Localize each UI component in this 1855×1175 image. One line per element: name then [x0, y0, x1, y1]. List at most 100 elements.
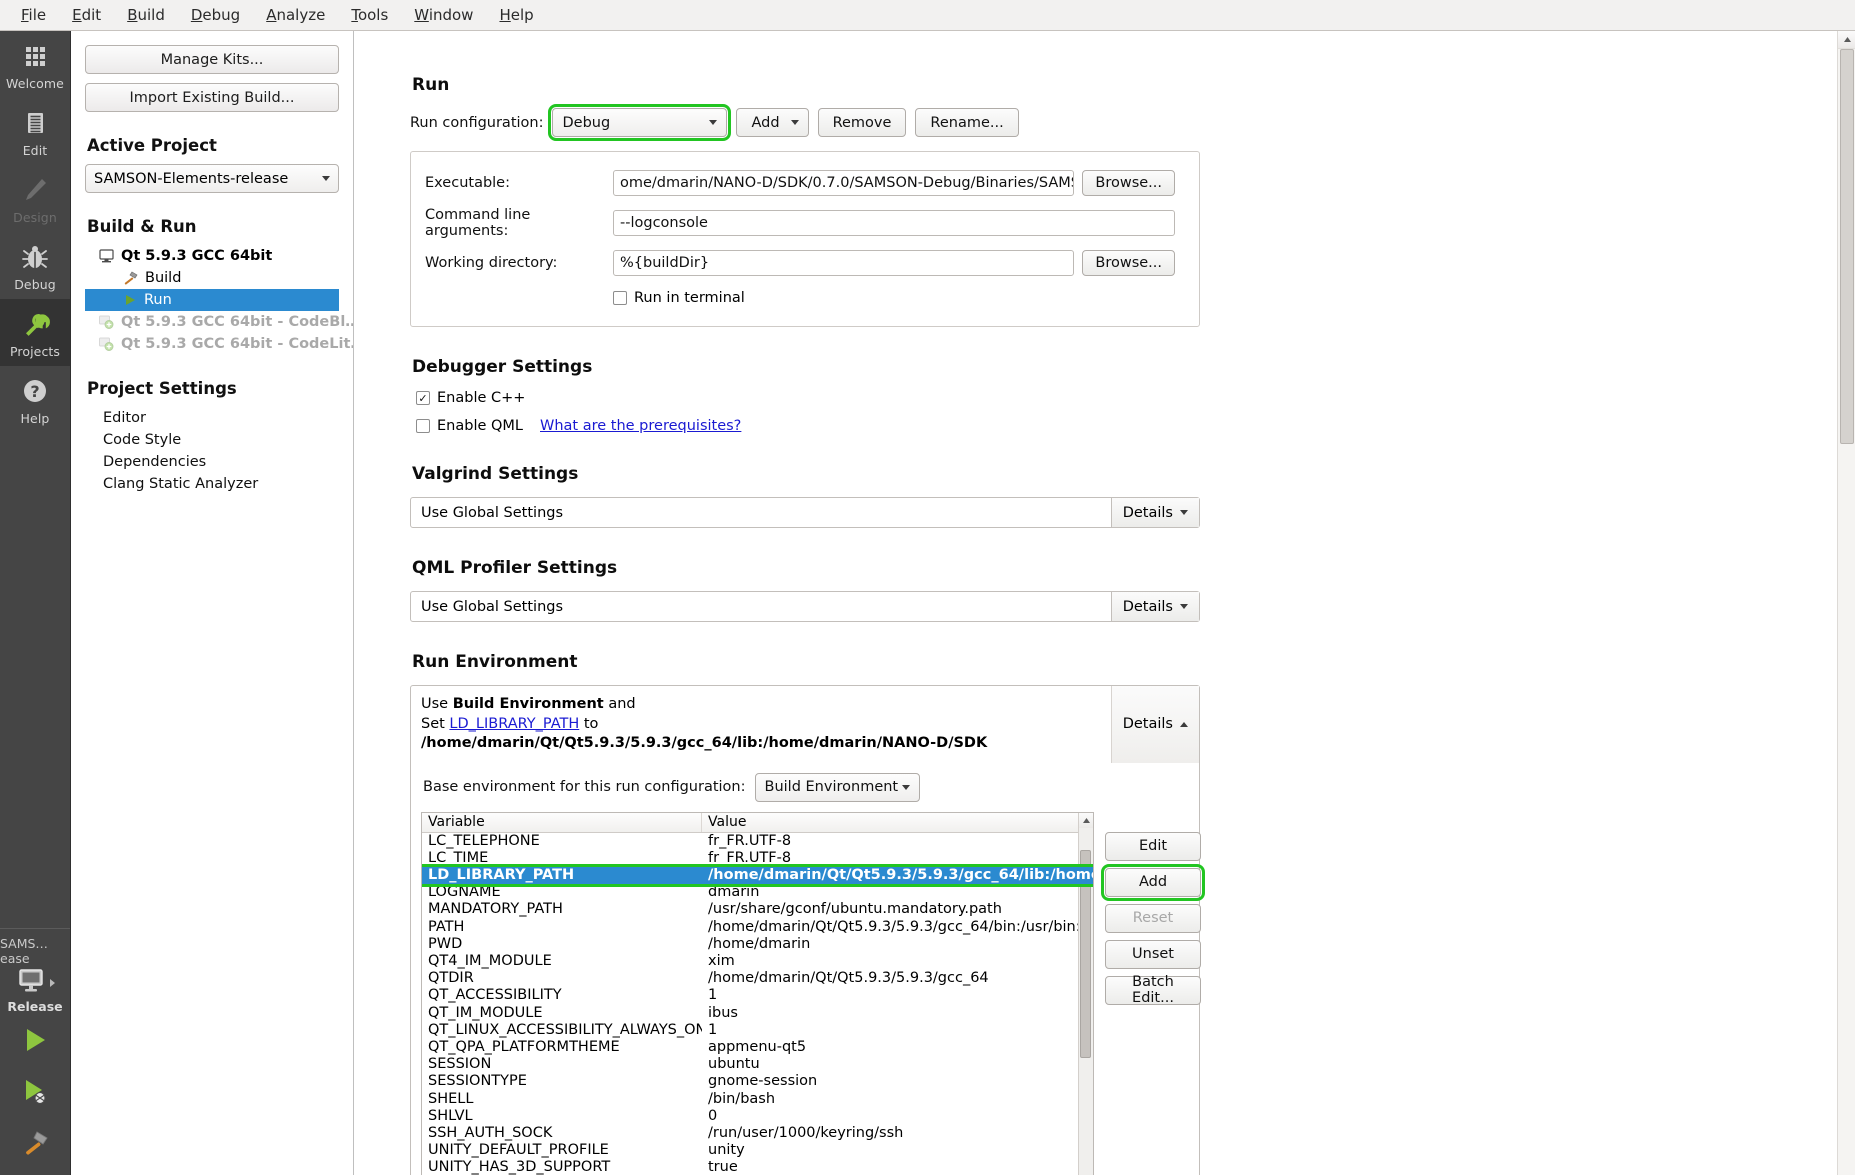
wrench-icon [19, 308, 51, 340]
env-add-button[interactable]: Add [1105, 868, 1201, 897]
environment-variable-row[interactable]: PATH/home/dmarin/Qt/Qt5.9.3/5.9.3/gcc_64… [422, 919, 1093, 936]
build-run-tree-item-qt-5-9-3-gcc-64bit-codelit[interactable]: Qt 5.9.3 GCC 64bit - CodeLit… [85, 333, 339, 355]
content-scroll-up-arrow-icon[interactable] [1838, 31, 1855, 49]
menu-item-debug[interactable]: Debug [178, 3, 253, 27]
environment-variable-name: QTDIR [422, 970, 702, 987]
environment-variable-value: true [702, 1159, 1093, 1175]
environment-variable-value: /usr/share/gconf/ubuntu.mandatory.path [702, 901, 1093, 918]
environment-variable-row[interactable]: LC_TELEPHONEfr_FR.UTF-8 [422, 833, 1093, 850]
environment-variable-row[interactable]: LD_LIBRARY_PATH/home/dmarin/Qt/Qt5.9.3/5… [422, 867, 1093, 884]
menu-item-file[interactable]: File [8, 3, 59, 27]
environment-variable-row[interactable]: QTDIR/home/dmarin/Qt/Qt5.9.3/5.9.3/gcc_6… [422, 970, 1093, 987]
project-settings-item-editor[interactable]: Editor [85, 407, 339, 429]
build-run-tree-item-build[interactable]: Build [85, 267, 339, 289]
browse-button[interactable]: Browse... [1082, 250, 1175, 276]
hammer-icon [20, 1129, 50, 1159]
run-environment-details-button[interactable]: Details [1111, 686, 1199, 763]
env-edit-button[interactable]: Edit [1105, 832, 1201, 861]
enable-qml-row[interactable]: Enable QML What are the prerequisites? [416, 418, 1827, 434]
env-summary-build-environment: Build Environment [453, 696, 604, 712]
run-field-input[interactable]: %{buildDir} [613, 250, 1074, 276]
environment-table-header: Variable Value [422, 813, 1093, 833]
kit-selector-button[interactable]: SAMS…ease Release [0, 928, 70, 1014]
environment-variable-row[interactable]: LOGNAMEdmarin [422, 884, 1093, 901]
menu-item-analyze[interactable]: Analyze [253, 3, 338, 27]
rename-run-configuration-button[interactable]: Rename... [915, 108, 1018, 137]
debug-button[interactable] [0, 1066, 70, 1118]
menu-item-edit[interactable]: Edit [59, 3, 114, 27]
import-existing-build-button[interactable]: Import Existing Build... [85, 83, 339, 112]
environment-variable-row[interactable]: QT4_IM_MODULExim [422, 953, 1093, 970]
environment-variable-name: SHELL [422, 1091, 702, 1108]
add-run-configuration-button[interactable]: Add [736, 108, 808, 137]
run-configuration-combobox[interactable]: Debug [552, 108, 727, 137]
manage-kits-button[interactable]: Manage Kits... [85, 45, 339, 74]
play-bug-icon [20, 1077, 50, 1107]
build-run-tree: Qt 5.9.3 GCC 64bitBuildRunQt 5.9.3 GCC 6… [85, 245, 339, 355]
environment-variable-value: fr_FR.UTF-8 [702, 850, 1093, 867]
build-run-tree-item-qt-5-9-3-gcc-64bit-codebl[interactable]: Qt 5.9.3 GCC 64bit - CodeBl… [85, 311, 339, 333]
build-button[interactable] [0, 1118, 70, 1175]
environment-variable-row[interactable]: QT_IM_MODULEibus [422, 1005, 1093, 1022]
enable-qml-checkbox[interactable] [416, 419, 430, 433]
run-field-row: Working directory:%{buildDir}Browse... [425, 250, 1175, 276]
run-in-terminal-checkbox[interactable] [613, 291, 627, 305]
mode-button-debug[interactable]: Debug [0, 232, 70, 299]
project-settings-item-clang-static-analyzer[interactable]: Clang Static Analyzer [85, 473, 339, 495]
build-run-tree-item-qt-5-9-3-gcc-64bit[interactable]: Qt 5.9.3 GCC 64bit [85, 245, 339, 267]
valgrind-details-button[interactable]: Details [1111, 498, 1199, 527]
mode-button-projects[interactable]: Projects [0, 299, 70, 366]
environment-variable-row[interactable]: QT_LINUX_ACCESSIBILITY_ALWAYS_ON1 [422, 1022, 1093, 1039]
environment-variable-row[interactable]: PWD/home/dmarin [422, 936, 1093, 953]
environment-variable-row[interactable]: MANDATORY_PATH/usr/share/gconf/ubuntu.ma… [422, 901, 1093, 918]
environment-variable-row[interactable]: LC_TIMEfr_FR.UTF-8 [422, 850, 1093, 867]
environment-variable-row[interactable]: SSH_AUTH_SOCK/run/user/1000/keyring/ssh [422, 1125, 1093, 1142]
qml-profiler-details-button[interactable]: Details [1111, 592, 1199, 621]
environment-variable-row[interactable]: SHLVL0 [422, 1108, 1093, 1125]
chevron-right-icon [50, 979, 55, 987]
mode-label-welcome: Welcome [6, 76, 64, 91]
menu-item-build[interactable]: Build [114, 3, 178, 27]
environment-variable-row[interactable]: UNITY_HAS_3D_SUPPORTtrue [422, 1159, 1093, 1175]
scroll-up-arrow-icon[interactable] [1079, 813, 1094, 828]
environment-variable-row[interactable]: SESSIONTYPEgnome-session [422, 1073, 1093, 1090]
base-environment-combobox[interactable]: Build Environment [755, 773, 920, 802]
environment-variable-row[interactable]: UNITY_DEFAULT_PROFILEunity [422, 1142, 1093, 1159]
run-in-terminal-row[interactable]: Run in terminal [613, 290, 745, 306]
env-batch-edit-button[interactable]: Batch Edit... [1105, 976, 1201, 1005]
environment-variable-value: /bin/bash [702, 1091, 1093, 1108]
browse-button[interactable]: Browse... [1082, 170, 1175, 196]
ld-library-path-link[interactable]: LD_LIBRARY_PATH [449, 716, 579, 732]
prerequisites-link[interactable]: What are the prerequisites? [540, 418, 741, 434]
project-settings-item-code-style[interactable]: Code Style [85, 429, 339, 451]
environment-variable-row[interactable]: SHELL/bin/bash [422, 1091, 1093, 1108]
mode-button-help[interactable]: ?Help [0, 366, 70, 433]
mode-button-edit[interactable]: Edit [0, 98, 70, 165]
run-field-input[interactable]: ome/dmarin/NANO-D/SDK/0.7.0/SAMSON-Debug… [613, 170, 1074, 196]
environment-variable-name: PATH [422, 919, 702, 936]
content-scrollbar-thumb[interactable] [1840, 49, 1854, 444]
environment-variable-row[interactable]: SESSIONubuntu [422, 1056, 1093, 1073]
env-summary-path-value: /home/dmarin/Qt/Qt5.9.3/5.9.3/gcc_64/lib… [421, 735, 987, 751]
environment-variables-table[interactable]: Variable Value LC_TELEPHONEfr_FR.UTF-8LC… [421, 812, 1094, 1175]
menu-item-tools[interactable]: Tools [338, 3, 401, 27]
menu-item-help[interactable]: Help [486, 3, 546, 27]
enable-cpp-row[interactable]: ✓ Enable C++ [416, 390, 1827, 406]
environment-variable-row[interactable]: QT_ACCESSIBILITY1 [422, 987, 1093, 1004]
environment-variable-row[interactable]: QT_QPA_PLATFORMTHEMEappmenu-qt5 [422, 1039, 1093, 1056]
content-scrollbar[interactable] [1837, 31, 1855, 1175]
menu-item-window[interactable]: Window [401, 3, 486, 27]
run-button[interactable] [0, 1014, 70, 1066]
mode-label-debug: Debug [14, 277, 56, 292]
run-field-input[interactable]: --logconsole [613, 210, 1175, 236]
run-environment-summary: Use Build Environment and Set LD_LIBRARY… [411, 686, 1199, 763]
project-settings-item-dependencies[interactable]: Dependencies [85, 451, 339, 473]
remove-run-configuration-button[interactable]: Remove [818, 108, 907, 137]
mode-button-welcome[interactable]: Welcome [0, 31, 70, 98]
active-project-combobox[interactable]: SAMSON-Elements-release [85, 164, 339, 193]
enable-cpp-checkbox[interactable]: ✓ [416, 391, 430, 405]
build-run-tree-item-run[interactable]: Run [85, 289, 339, 311]
desktop-icon [99, 249, 114, 263]
env-unset-button[interactable]: Unset [1105, 940, 1201, 969]
chevron-down-icon [709, 120, 717, 125]
